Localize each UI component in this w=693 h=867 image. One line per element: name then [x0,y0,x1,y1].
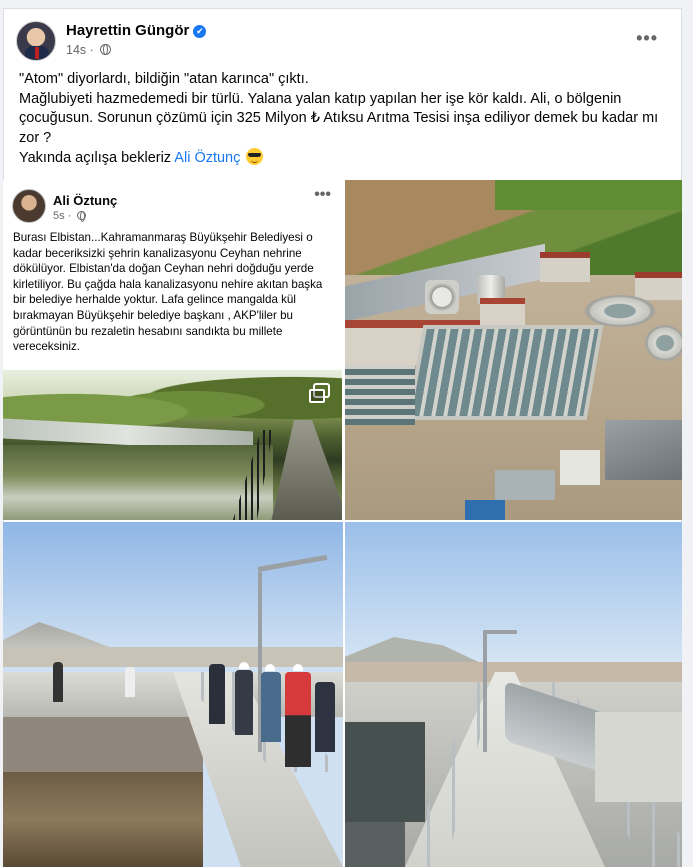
verified-badge-icon: ✔ [193,25,207,38]
plant-inspection-photo-1[interactable] [3,522,343,867]
shared-author-avatar [12,189,46,223]
shared-post-meta: 5s · [53,210,87,222]
post-line: Mağlubiyeti hazmedemedi bir türlü. Yalan… [19,90,659,146]
globe-icon [100,44,112,55]
author-name-row: Hayrettin Güngör ✔ [66,22,207,39]
post-text: "Atom" diyorlardı, bildiğin "atan karınc… [19,70,659,169]
more-options-icon[interactable]: ••• [636,28,658,49]
post-line-last: Yakında açılışa bekleriz Ali Öztunç [19,148,659,169]
globe-icon [77,211,87,222]
shared-post-screenshot[interactable]: Ali Öztunç 5s · ••• Burası Elbistan...Ka… [3,180,343,520]
post-time[interactable]: 14s [66,43,86,57]
picture-in-picture-icon [309,383,330,403]
shared-more-options-icon: ••• [314,186,331,203]
sunglasses-emoji-icon [246,148,264,165]
shared-author-name: Ali Öztunç [53,193,118,208]
shared-post-text: Burası Elbistan...Kahramanmaraş Büyükşeh… [13,231,323,354]
plant-inspection-photo-2[interactable] [345,522,682,867]
media-grid: Ali Öztunç 5s · ••• Burası Elbistan...Ka… [3,180,682,867]
mention-link[interactable]: Ali Öztunç [174,150,240,166]
river-video-thumbnail[interactable] [3,370,342,520]
author-avatar[interactable] [16,21,56,61]
post-meta: 14s · [66,43,112,57]
treatment-plant-aerial-photo[interactable] [345,180,682,520]
post-header: Hayrettin Güngör ✔ 14s · ••• [16,18,666,62]
post-line: "Atom" diyorlardı, bildiğin "atan karınc… [19,71,309,87]
author-name[interactable]: Hayrettin Güngör [66,22,189,39]
